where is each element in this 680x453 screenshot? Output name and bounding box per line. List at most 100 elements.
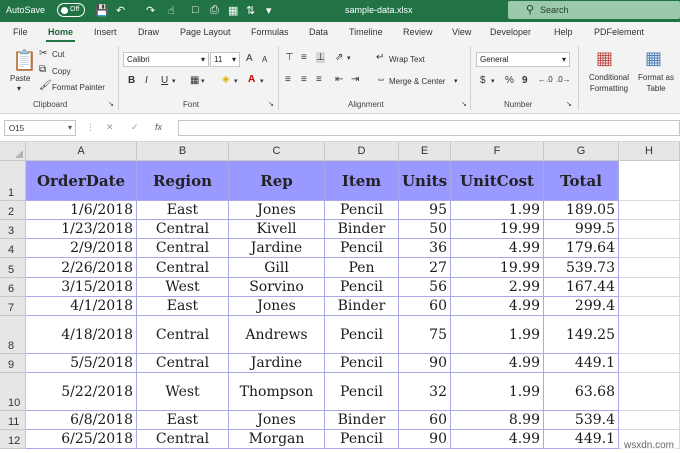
column-header-g[interactable]: G — [544, 142, 619, 161]
table-cell[interactable]: 60 — [399, 411, 451, 430]
chevron-down-icon[interactable]: ▾ — [260, 77, 264, 85]
table-cell[interactable]: 6/25/2018 — [26, 430, 137, 449]
font-size-select[interactable]: 11 ▾ — [210, 52, 240, 67]
cell-empty[interactable] — [619, 258, 680, 278]
print-icon[interactable]: ⎙ — [210, 4, 219, 17]
column-header-e[interactable]: E — [399, 142, 451, 161]
autosave-toggle[interactable]: Off — [57, 3, 85, 17]
table-cell[interactable]: 36 — [399, 239, 451, 258]
percent-button[interactable]: % — [505, 75, 514, 86]
decrease-decimal-icon[interactable]: .0→ — [556, 75, 571, 84]
font-color-icon[interactable]: A — [248, 74, 255, 85]
table-cell[interactable]: 4.99 — [451, 430, 544, 449]
table-cell[interactable]: 6/8/2018 — [26, 411, 137, 430]
decrease-font-button[interactable]: A — [262, 55, 267, 64]
table-header-cell[interactable]: Units — [399, 161, 451, 201]
format-painter-icon[interactable]: 🖌 — [39, 80, 52, 91]
table-cell[interactable]: 4/1/2018 — [26, 297, 137, 316]
tab-file[interactable]: File — [13, 27, 28, 37]
table-cell[interactable]: Pen — [325, 258, 399, 278]
table-cell[interactable]: Andrews — [229, 316, 325, 354]
table-cell[interactable]: Binder — [325, 297, 399, 316]
table-cell[interactable]: 3/15/2018 — [26, 278, 137, 297]
sort-icon[interactable]: ⇅ — [246, 4, 255, 17]
fill-color-icon[interactable]: ◈ — [222, 74, 230, 85]
table-cell[interactable]: 2/9/2018 — [26, 239, 137, 258]
table-cell[interactable]: 2/26/2018 — [26, 258, 137, 278]
table-cell[interactable]: 4/18/2018 — [26, 316, 137, 354]
formula-input[interactable] — [178, 120, 680, 136]
table-cell[interactable]: Kivell — [229, 220, 325, 239]
table-cell[interactable]: 449.1 — [544, 354, 619, 373]
chevron-down-icon[interactable]: ▾ — [491, 77, 495, 85]
table-cell[interactable]: 8.99 — [451, 411, 544, 430]
align-bottom-icon[interactable]: ⊥ — [316, 52, 325, 63]
table-header-cell[interactable]: Rep — [229, 161, 325, 201]
table-cell[interactable]: 19.99 — [451, 220, 544, 239]
table-cell[interactable]: 1.99 — [451, 316, 544, 354]
wrap-text-button[interactable]: Wrap Text — [389, 55, 425, 64]
cut-button[interactable]: Cut — [52, 50, 64, 59]
align-center-icon[interactable]: ≡ — [301, 74, 307, 85]
undo-icon[interactable]: ↶ — [116, 4, 125, 17]
number-format-select[interactable]: General ▾ — [476, 52, 570, 67]
format-painter-button[interactable]: Format Painter — [52, 83, 105, 92]
table-cell[interactable]: Pencil — [325, 278, 399, 297]
table-cell[interactable]: 90 — [399, 430, 451, 449]
cell-empty[interactable] — [619, 239, 680, 258]
table-cell[interactable]: Jardine — [229, 354, 325, 373]
paste-icon[interactable]: 📋 — [12, 48, 37, 73]
tab-home[interactable]: Home — [45, 27, 76, 42]
table-cell[interactable]: 2.99 — [451, 278, 544, 297]
table-cell[interactable]: 4.99 — [451, 239, 544, 258]
increase-decimal-icon[interactable]: ←.0 — [538, 75, 553, 84]
decrease-indent-icon[interactable]: ⇤ — [335, 74, 343, 85]
cell-empty[interactable] — [619, 354, 680, 373]
table-cell[interactable]: 299.4 — [544, 297, 619, 316]
clipboard-launcher-icon[interactable]: ↘ — [108, 100, 114, 108]
tab-formulas[interactable]: Formulas — [251, 27, 289, 37]
table-cell[interactable]: 999.5 — [544, 220, 619, 239]
cell-empty[interactable] — [619, 316, 680, 354]
table-cell[interactable]: East — [137, 201, 229, 220]
row-header-1[interactable]: 1 — [0, 161, 26, 201]
save-icon[interactable]: 💾 — [95, 4, 109, 17]
tab-insert[interactable]: Insert — [94, 27, 117, 37]
table-cell[interactable]: Jones — [229, 297, 325, 316]
increase-indent-icon[interactable]: ⇥ — [351, 74, 359, 85]
table-header-cell[interactable]: Region — [137, 161, 229, 201]
table-cell[interactable]: Gill — [229, 258, 325, 278]
table-cell[interactable]: 1/23/2018 — [26, 220, 137, 239]
comma-style-button[interactable]: 9 — [522, 75, 528, 86]
cell-empty[interactable] — [619, 201, 680, 220]
table-cell[interactable]: 60 — [399, 297, 451, 316]
tab-timeline[interactable]: Timeline — [349, 27, 383, 37]
column-header-h[interactable]: H — [619, 142, 680, 161]
table-cell[interactable]: Thompson — [229, 373, 325, 411]
font-launcher-icon[interactable]: ↘ — [268, 100, 274, 108]
table-cell[interactable]: 50 — [399, 220, 451, 239]
table-cell[interactable]: 4.99 — [451, 297, 544, 316]
table-cell[interactable]: Central — [137, 239, 229, 258]
table-cell[interactable]: Jones — [229, 201, 325, 220]
row-header-2[interactable]: 2 — [0, 201, 26, 220]
table-cell[interactable]: Binder — [325, 411, 399, 430]
table-cell[interactable]: 32 — [399, 373, 451, 411]
table-cell[interactable]: 539.73 — [544, 258, 619, 278]
row-header-10[interactable]: 10 — [0, 373, 26, 411]
paste-dropdown-icon[interactable]: ▾ — [17, 84, 21, 93]
enter-icon[interactable]: ✓ — [131, 122, 139, 133]
tab-review[interactable]: Review — [403, 27, 433, 37]
align-left-icon[interactable]: ≡ — [285, 74, 291, 85]
tab-pdfelement[interactable]: PDFelement — [594, 27, 644, 37]
increase-font-button[interactable]: A — [246, 53, 253, 64]
table-cell[interactable]: Pencil — [325, 201, 399, 220]
table-cell[interactable]: 95 — [399, 201, 451, 220]
table-cell[interactable]: 90 — [399, 354, 451, 373]
table-cell[interactable]: Central — [137, 430, 229, 449]
table-cell[interactable]: Jardine — [229, 239, 325, 258]
chevron-down-icon[interactable]: ▾ — [454, 77, 458, 85]
table-cell[interactable]: 1.99 — [451, 373, 544, 411]
more-options-icon[interactable]: ⋮ — [86, 122, 95, 133]
number-launcher-icon[interactable]: ↘ — [566, 100, 572, 108]
